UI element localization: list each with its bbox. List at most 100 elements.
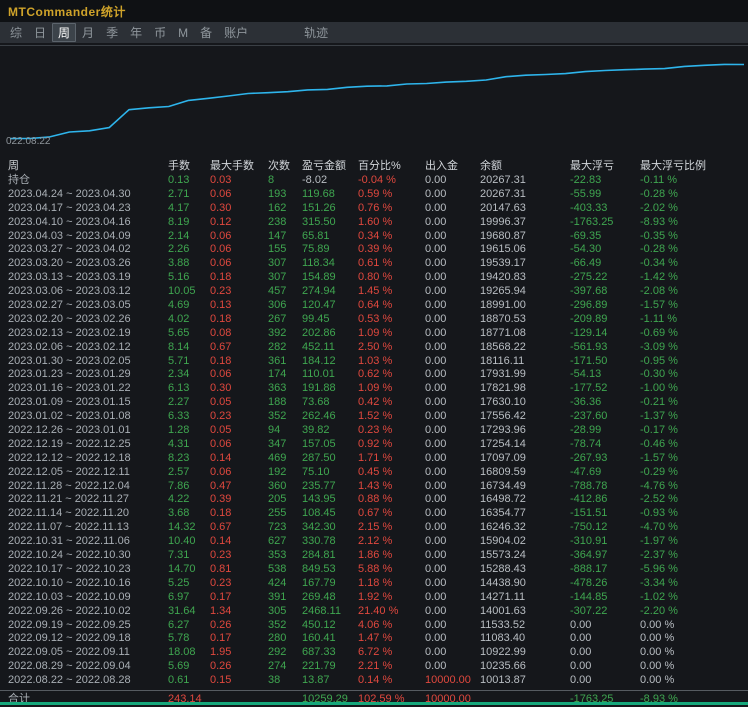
cell-balance: 19265.94 xyxy=(480,285,570,299)
cell-count: 188 xyxy=(268,396,302,410)
table-row[interactable]: 2023.02.20 ~ 2023.02.264.020.1826799.450… xyxy=(0,313,748,327)
table-row[interactable]: 2023.04.17 ~ 2023.04.234.170.30162151.26… xyxy=(0,202,748,216)
table-row[interactable]: 2023.01.09 ~ 2023.01.152.270.0518873.680… xyxy=(0,396,748,410)
cell-balance: 18991.00 xyxy=(480,299,570,313)
menu-bar: 综日周月季年币M备账户 轨迹 xyxy=(0,22,748,43)
table-row[interactable]: 2023.04.03 ~ 2023.04.092.140.0614765.810… xyxy=(0,230,748,244)
cell-lots: 6.27 xyxy=(168,619,210,633)
cell-balance: 20267.31 xyxy=(480,174,570,188)
cell-lots: 8.14 xyxy=(168,341,210,355)
cell-pnl: -8.02 xyxy=(302,174,358,188)
table-row[interactable]: 2022.09.05 ~ 2022.09.1118.081.95292687.3… xyxy=(0,646,748,660)
table-row[interactable]: 2023.04.24 ~ 2023.04.302.710.06193119.68… xyxy=(0,188,748,202)
table-row[interactable]: 2022.10.24 ~ 2022.10.307.310.23353284.81… xyxy=(0,549,748,563)
menu-tab-secondary-0[interactable]: 轨迹 xyxy=(298,23,334,42)
cell-cash-flow: 0.00 xyxy=(425,591,480,605)
table-row[interactable]: 2023.04.10 ~ 2023.04.168.190.12238315.50… xyxy=(0,216,748,230)
menu-tab-3[interactable]: 月 xyxy=(76,23,100,42)
cell-balance: 17254.14 xyxy=(480,438,570,452)
table-row[interactable]: 2022.09.26 ~ 2022.10.0231.641.343052468.… xyxy=(0,605,748,619)
table-row[interactable]: 2022.09.12 ~ 2022.09.185.780.17280160.41… xyxy=(0,632,748,646)
table-row[interactable]: 2022.12.19 ~ 2022.12.254.310.06347157.05… xyxy=(0,438,748,452)
cell-max-lots: 0.05 xyxy=(210,424,268,438)
cell-pnl-pct: 0.61 % xyxy=(358,257,425,271)
cell-balance: 16354.77 xyxy=(480,507,570,521)
menu-tab-0[interactable]: 综 xyxy=(4,23,28,42)
cell-lots: 10.40 xyxy=(168,535,210,549)
cell-cash-flow: 0.00 xyxy=(425,424,480,438)
cell-pnl: 315.50 xyxy=(302,216,358,230)
table-row[interactable]: 2023.02.27 ~ 2023.03.054.690.13306120.47… xyxy=(0,299,748,313)
cell-max-lots: 0.06 xyxy=(210,230,268,244)
cell-period: 2023.01.09 ~ 2023.01.15 xyxy=(8,396,168,410)
cell-cash-flow: 0.00 xyxy=(425,521,480,535)
cell-period: 2022.11.28 ~ 2022.12.04 xyxy=(8,480,168,494)
menu-tab-6[interactable]: 币 xyxy=(148,23,172,42)
cell-pnl-pct: 1.09 % xyxy=(358,382,425,396)
header-cash-flow: 出入金 xyxy=(425,159,480,174)
cell-balance: 16809.59 xyxy=(480,466,570,480)
cell-max-lots: 0.06 xyxy=(210,188,268,202)
table-row[interactable]: 2022.08.22 ~ 2022.08.280.610.153813.870.… xyxy=(0,674,748,688)
cell-max-float-loss-pct: -0.28 % xyxy=(640,188,748,202)
cell-lots: 2.14 xyxy=(168,230,210,244)
table-row[interactable]: 2023.03.27 ~ 2023.04.022.260.0615575.890… xyxy=(0,243,748,257)
table-row[interactable]: 2022.08.29 ~ 2022.09.045.690.26274221.79… xyxy=(0,660,748,674)
cell-balance: 19680.87 xyxy=(480,230,570,244)
table-row[interactable]: 2023.03.20 ~ 2023.03.263.880.06307118.34… xyxy=(0,257,748,271)
table-row[interactable]: 2022.11.21 ~ 2022.11.274.220.39205143.95… xyxy=(0,493,748,507)
table-row[interactable]: 持仓0.130.038-8.02-0.04 %0.0020267.31-22.8… xyxy=(0,174,748,188)
table-row[interactable]: 2022.12.05 ~ 2022.12.112.570.0619275.100… xyxy=(0,466,748,480)
menu-tab-5[interactable]: 年 xyxy=(124,23,148,42)
cell-max-float-loss-pct: -0.35 % xyxy=(640,230,748,244)
table-row[interactable]: 2023.02.06 ~ 2023.02.128.140.67282452.11… xyxy=(0,341,748,355)
table-row[interactable]: 2022.10.31 ~ 2022.11.0610.400.14627330.7… xyxy=(0,535,748,549)
cell-period: 2023.03.13 ~ 2023.03.19 xyxy=(8,271,168,285)
table-row[interactable]: 2022.12.12 ~ 2022.12.188.230.14469287.50… xyxy=(0,452,748,466)
cell-pnl: 143.95 xyxy=(302,493,358,507)
menu-tab-8[interactable]: 备 xyxy=(194,23,218,42)
table-row[interactable]: 2023.01.02 ~ 2023.01.086.330.23352262.46… xyxy=(0,410,748,424)
table-row[interactable]: 2023.01.30 ~ 2023.02.055.710.18361184.12… xyxy=(0,355,748,369)
menu-tab-4[interactable]: 季 xyxy=(100,23,124,42)
cell-max-float-loss: -78.74 xyxy=(570,438,640,452)
table-row[interactable]: 2022.10.03 ~ 2022.10.096.970.17391269.48… xyxy=(0,591,748,605)
cell-max-float-loss-pct: -0.11 % xyxy=(640,174,748,188)
cell-max-lots: 0.15 xyxy=(210,674,268,688)
menu-tab-1[interactable]: 日 xyxy=(28,23,52,42)
table-row[interactable]: 2023.01.16 ~ 2023.01.226.130.30363191.88… xyxy=(0,382,748,396)
table-row[interactable]: 2023.03.06 ~ 2023.03.1210.050.23457274.9… xyxy=(0,285,748,299)
table-row[interactable]: 2023.02.13 ~ 2023.02.195.650.08392202.86… xyxy=(0,327,748,341)
table-row[interactable]: 2023.01.23 ~ 2023.01.292.340.06174110.01… xyxy=(0,368,748,382)
cell-pnl: 262.46 xyxy=(302,410,358,424)
menu-tab-2[interactable]: 周 xyxy=(52,23,76,42)
cell-period: 2023.01.02 ~ 2023.01.08 xyxy=(8,410,168,424)
table-row[interactable]: 2022.10.10 ~ 2022.10.165.250.23424167.79… xyxy=(0,577,748,591)
cell-max-lots: 0.30 xyxy=(210,202,268,216)
cell-max-float-loss-pct: -2.52 % xyxy=(640,493,748,507)
cell-max-float-loss: 0.00 xyxy=(570,674,640,688)
cell-max-float-loss-pct: -0.21 % xyxy=(640,396,748,410)
table-row[interactable]: 2022.11.28 ~ 2022.12.047.860.47360235.77… xyxy=(0,480,748,494)
table-row[interactable]: 2022.10.17 ~ 2022.10.2314.700.81538849.5… xyxy=(0,563,748,577)
table-row[interactable]: 2022.11.14 ~ 2022.11.203.680.18255108.45… xyxy=(0,507,748,521)
cell-period: 2022.09.12 ~ 2022.09.18 xyxy=(8,632,168,646)
cell-balance: 14271.11 xyxy=(480,591,570,605)
cell-cash-flow: 10000.00 xyxy=(425,674,480,688)
cell-lots: 5.65 xyxy=(168,327,210,341)
table-row[interactable]: 2022.11.07 ~ 2022.11.1314.320.67723342.3… xyxy=(0,521,748,535)
table-row[interactable]: 2022.12.26 ~ 2023.01.011.280.059439.820.… xyxy=(0,424,748,438)
cell-lots: 18.08 xyxy=(168,646,210,660)
cell-max-lots: 0.67 xyxy=(210,341,268,355)
menu-tab-9[interactable]: 账户 xyxy=(218,23,254,42)
table-row[interactable]: 2023.03.13 ~ 2023.03.195.160.18307154.89… xyxy=(0,271,748,285)
cell-lots: 14.70 xyxy=(168,563,210,577)
menu-tab-7[interactable]: M xyxy=(172,25,194,41)
cell-pnl-pct: 0.88 % xyxy=(358,493,425,507)
table-row[interactable]: 2022.09.19 ~ 2022.09.256.270.26352450.12… xyxy=(0,619,748,633)
cell-max-float-loss: -275.22 xyxy=(570,271,640,285)
app-title: MTCommander统计 xyxy=(8,3,126,20)
cell-count: 193 xyxy=(268,188,302,202)
cell-lots: 0.61 xyxy=(168,674,210,688)
cell-pnl: 2468.11 xyxy=(302,605,358,619)
